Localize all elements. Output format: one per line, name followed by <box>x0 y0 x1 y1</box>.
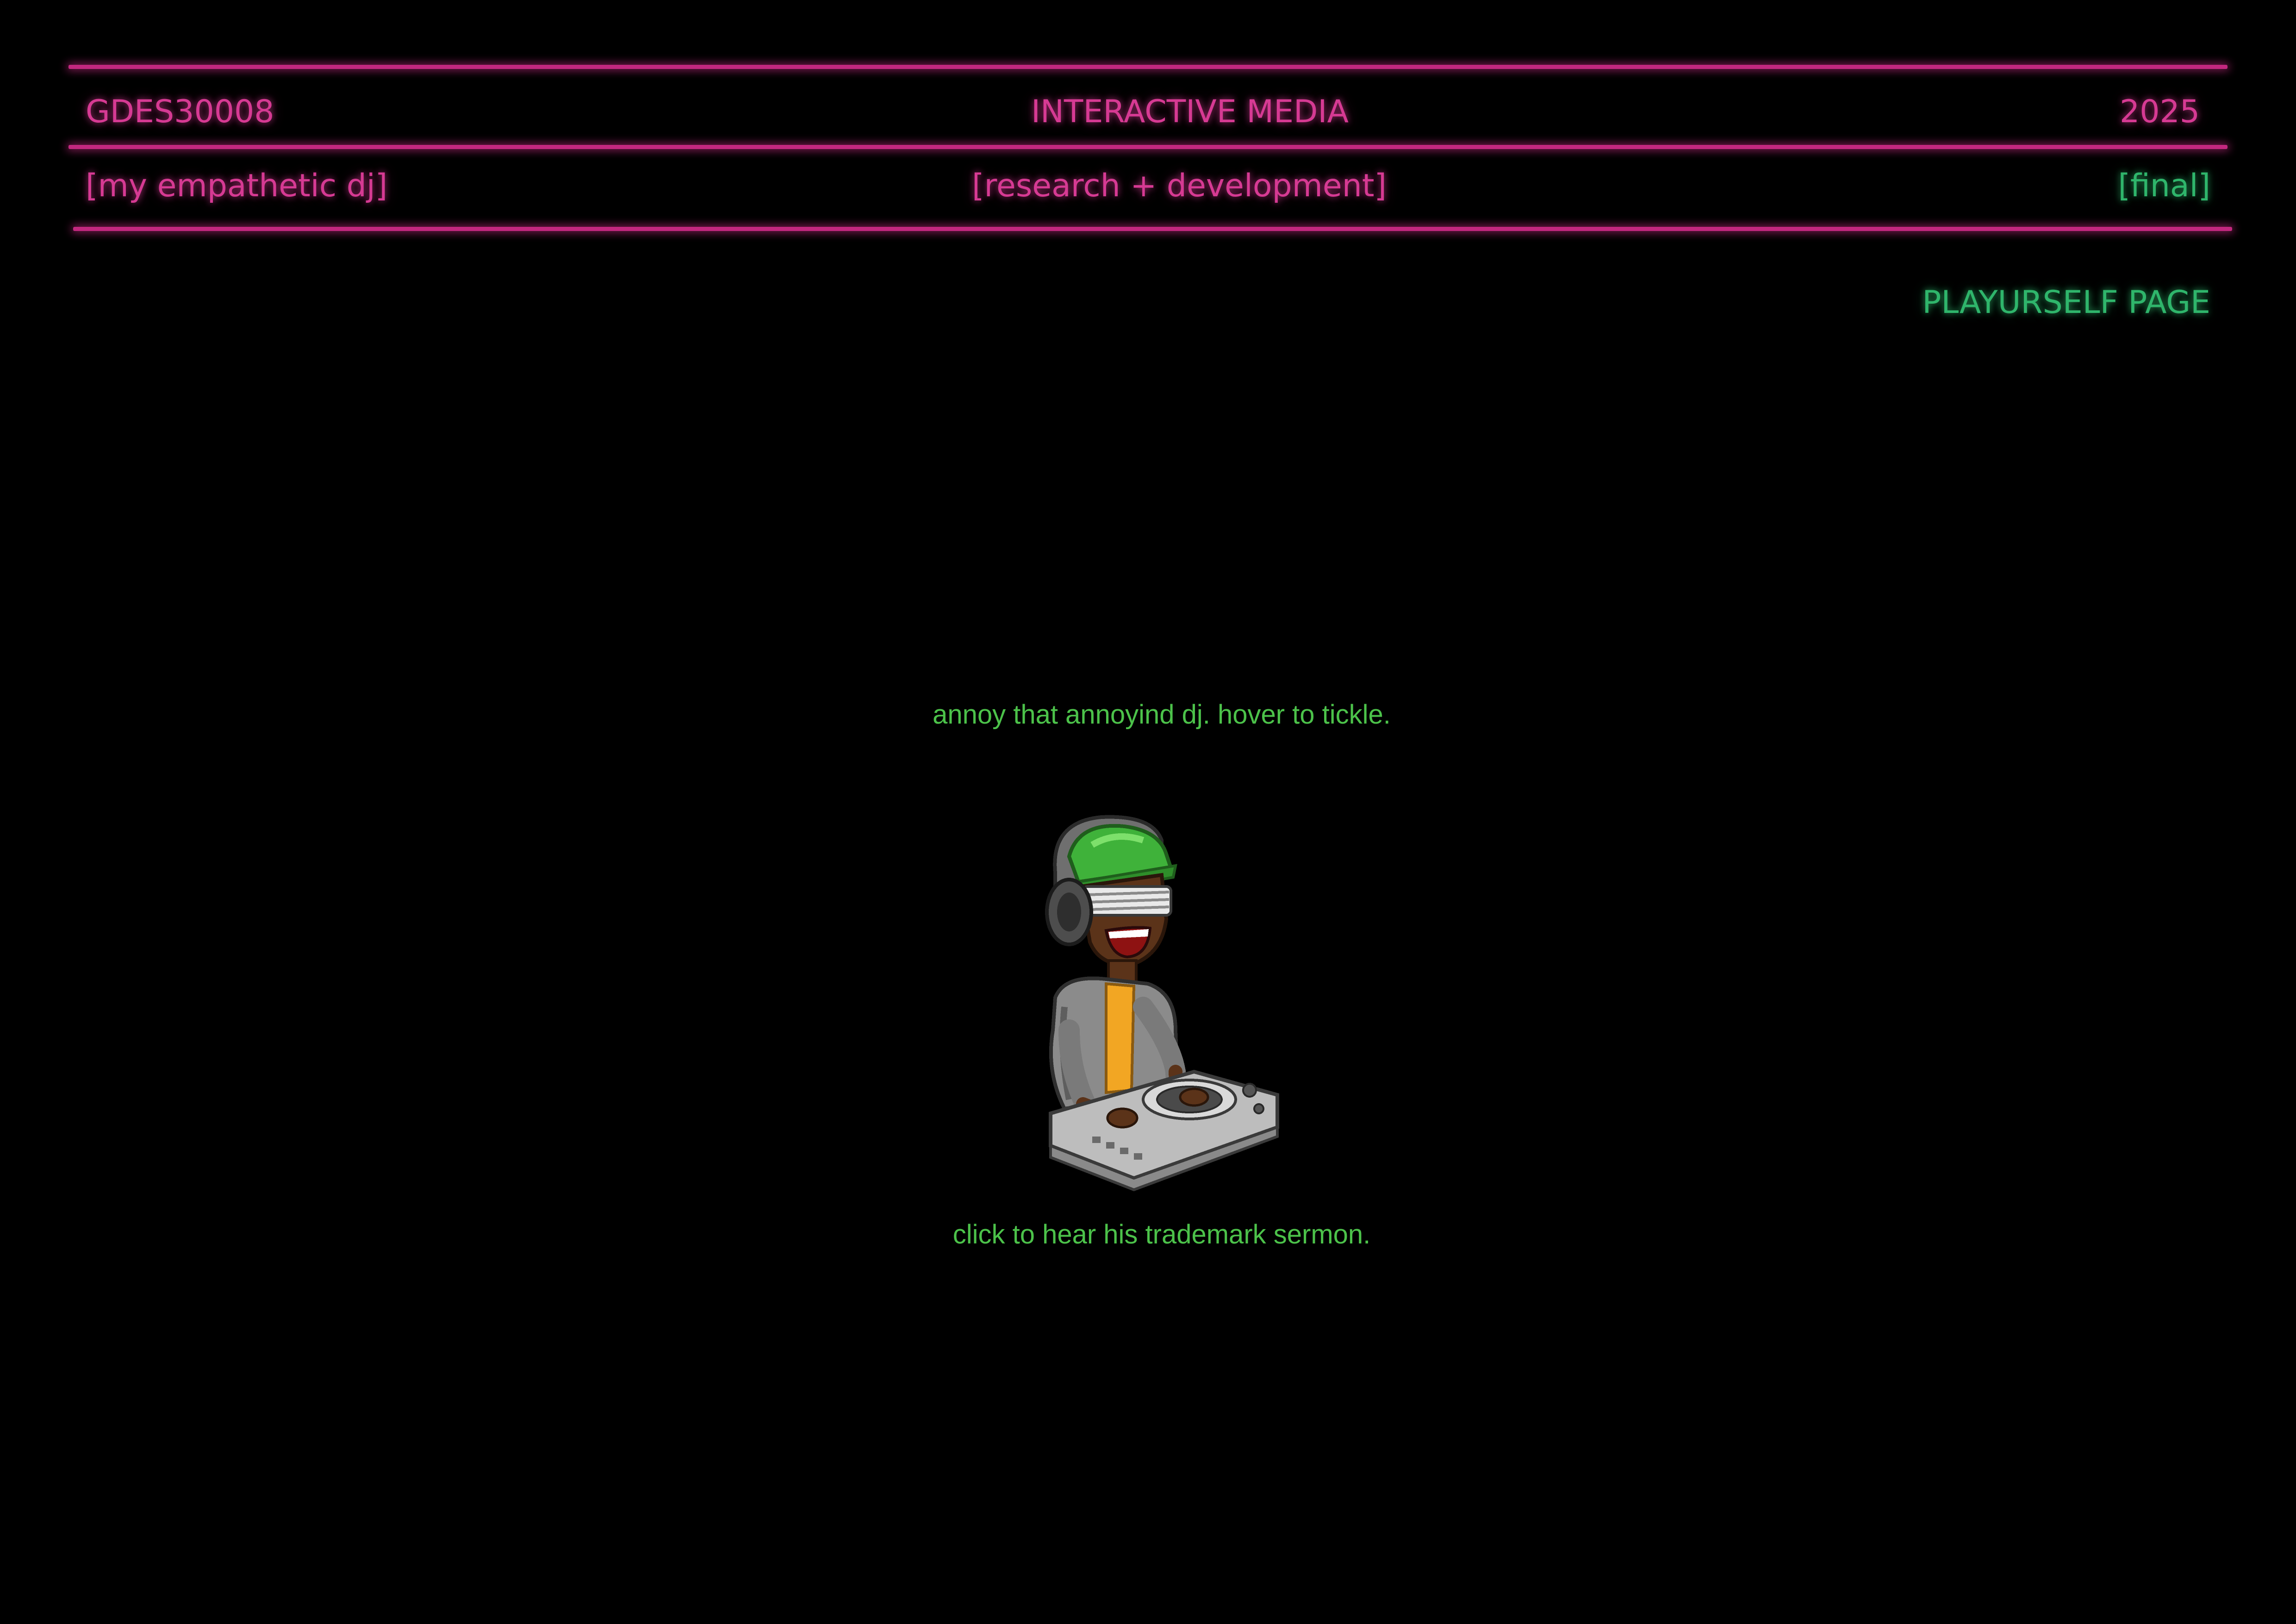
course-name: INTERACTIVE MEDIA <box>1031 94 1349 130</box>
dj-character-icon[interactable] <box>1037 812 1296 1192</box>
course-code: GDES30008 <box>86 94 274 130</box>
project-title: [my empathetic dj] <box>86 168 388 204</box>
playurself-page-link[interactable]: PLAYURSELF PAGE <box>1922 287 2210 319</box>
project-phase: [research + development] <box>972 168 1387 204</box>
header-rule-top <box>68 65 2228 69</box>
click-instruction: click to hear his trademark sermon. <box>952 1219 1371 1249</box>
header-rule-middle <box>68 145 2228 149</box>
hover-instruction: annoy that annoyind dj. hover to tickle. <box>933 700 1391 730</box>
project-status: [final] <box>2118 168 2210 204</box>
course-year: 2025 <box>2119 94 2200 130</box>
header-rule-bottom <box>73 227 2232 231</box>
